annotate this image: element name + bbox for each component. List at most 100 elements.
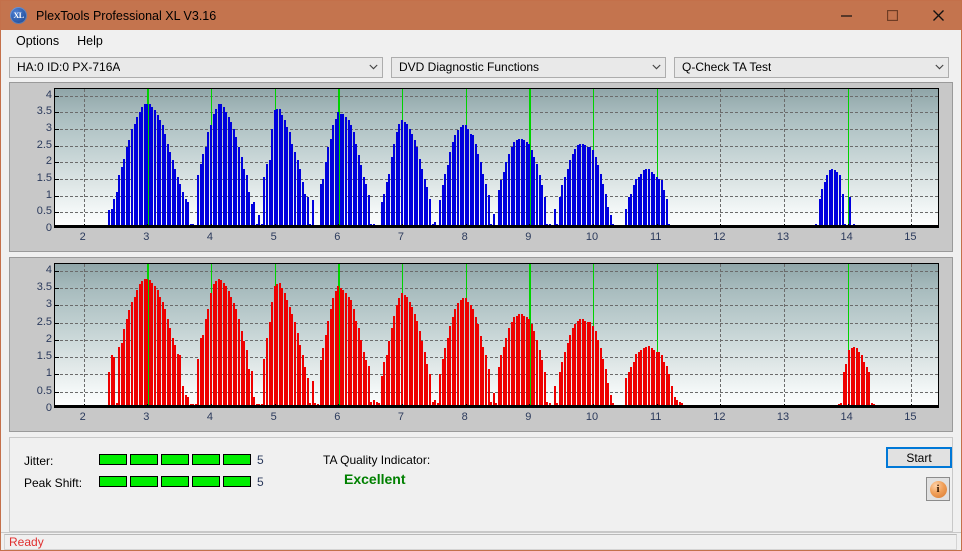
grid-line-v xyxy=(911,89,912,227)
ta-quality-label: TA Quality Indicator: xyxy=(323,453,430,467)
menu-item-help[interactable]: Help xyxy=(68,32,112,50)
menu-bar: Options Help xyxy=(1,30,961,52)
y-tick xyxy=(55,340,59,341)
test-select-value: Q-Check TA Test xyxy=(675,60,771,74)
meter-block xyxy=(130,476,158,487)
y-tick-label: 0.5 xyxy=(37,385,52,397)
jitter-chart-panel: 00.511.522.533.5423456789101112131415 xyxy=(9,82,953,252)
y-tick-label: 1.5 xyxy=(37,350,52,362)
histogram-bar xyxy=(368,366,370,407)
grid-line-v xyxy=(720,264,721,407)
x-tick xyxy=(84,404,85,407)
x-tick-label: 5 xyxy=(271,231,277,243)
title-bar: XL PlexTools Professional XL V3.16 xyxy=(1,1,961,30)
y-tick-label: 3.5 xyxy=(37,105,52,117)
grid-line-h xyxy=(55,146,938,147)
grid-line-h xyxy=(55,392,938,393)
meter-block xyxy=(161,476,189,487)
x-tick-label: 13 xyxy=(777,231,789,243)
y-tick-label: 0.5 xyxy=(37,205,52,217)
app-logo-icon: XL xyxy=(10,7,27,24)
y-tick xyxy=(55,357,59,358)
peak-shift-chart-panel: 00.511.522.533.5423456789101112131415 xyxy=(9,257,953,432)
minimize-icon[interactable] xyxy=(823,1,869,30)
x-tick-label: 11 xyxy=(650,411,661,423)
histogram-bar xyxy=(368,195,370,227)
x-tick xyxy=(275,404,276,407)
function-select[interactable]: DVD Diagnostic Functions xyxy=(391,57,666,78)
x-tick xyxy=(657,404,658,407)
window-title: PlexTools Professional XL V3.16 xyxy=(36,9,216,23)
y-tick xyxy=(55,392,59,393)
x-tick-label: 3 xyxy=(143,231,149,243)
x-tick xyxy=(147,224,148,227)
y-tick xyxy=(55,271,59,272)
start-button[interactable]: Start xyxy=(886,447,952,468)
y-tick xyxy=(55,96,59,97)
drive-select-value: HA:0 ID:0 PX-716A xyxy=(10,60,120,74)
y-tick-label: 2.5 xyxy=(37,139,52,151)
y-tick-label: 0 xyxy=(46,222,52,234)
y-tick-label: 1 xyxy=(46,367,52,379)
x-tick-label: 10 xyxy=(586,411,598,423)
peak-shift-value: 5 xyxy=(257,475,264,489)
y-tick xyxy=(55,305,59,306)
jitter-meter xyxy=(99,454,251,465)
meter-block xyxy=(223,476,251,487)
drive-select[interactable]: HA:0 ID:0 PX-716A xyxy=(9,57,383,78)
x-tick-label: 9 xyxy=(525,231,531,243)
x-tick xyxy=(911,224,912,227)
x-tick-label: 6 xyxy=(334,411,340,423)
info-button[interactable]: i xyxy=(926,477,950,501)
histogram-bar xyxy=(842,194,844,227)
y-tick-label: 2 xyxy=(46,333,52,345)
x-tick-label: 6 xyxy=(334,231,340,243)
x-tick-label: 10 xyxy=(586,231,598,243)
menu-item-options[interactable]: Options xyxy=(7,32,68,50)
x-tick-label: 9 xyxy=(525,411,531,423)
x-tick-label: 11 xyxy=(650,231,661,243)
x-tick-label: 12 xyxy=(713,231,725,243)
window-controls xyxy=(823,1,961,30)
x-tick xyxy=(720,404,721,407)
y-tick xyxy=(55,112,59,113)
histogram-bar xyxy=(307,197,309,227)
x-tick xyxy=(275,224,276,227)
y-tick xyxy=(55,196,59,197)
x-tick xyxy=(657,224,658,227)
x-tick-label: 13 xyxy=(777,411,789,423)
x-tick xyxy=(338,224,339,227)
x-tick-label: 3 xyxy=(143,411,149,423)
y-tick-label: 3 xyxy=(46,122,52,134)
y-tick-label: 4 xyxy=(46,89,52,101)
status-bar: Ready xyxy=(1,532,961,550)
grid-line-h xyxy=(55,96,938,97)
peak-shift-label: Peak Shift: xyxy=(24,476,82,490)
results-panel: Jitter: 5 Peak Shift: 5 TA Quality Indic… xyxy=(9,437,953,532)
maximize-icon[interactable] xyxy=(869,1,915,30)
grid-line-h xyxy=(55,340,938,341)
x-tick xyxy=(211,404,212,407)
grid-line-h xyxy=(55,129,938,130)
y-tick-label: 4 xyxy=(46,264,52,276)
status-message-box: Ready xyxy=(4,534,957,550)
x-tick xyxy=(466,404,467,407)
meter-block xyxy=(99,454,127,465)
grid-line-h xyxy=(55,179,938,180)
histogram-bar xyxy=(544,197,546,227)
y-tick-label: 1 xyxy=(46,189,52,201)
ta-quality-value: Excellent xyxy=(344,471,405,487)
histogram-bar xyxy=(849,197,851,227)
y-tick xyxy=(55,179,59,180)
x-tick xyxy=(402,224,403,227)
grid-line-v xyxy=(720,89,721,227)
grid-line-v xyxy=(84,264,85,407)
test-select[interactable]: Q-Check TA Test xyxy=(674,57,949,78)
x-tick-label: 15 xyxy=(904,231,916,243)
plot-area xyxy=(54,88,939,228)
close-icon[interactable] xyxy=(915,1,961,30)
x-tick-label: 12 xyxy=(713,411,725,423)
x-tick xyxy=(784,404,785,407)
grid-line-h xyxy=(55,271,938,272)
grid-line-v xyxy=(911,264,912,407)
